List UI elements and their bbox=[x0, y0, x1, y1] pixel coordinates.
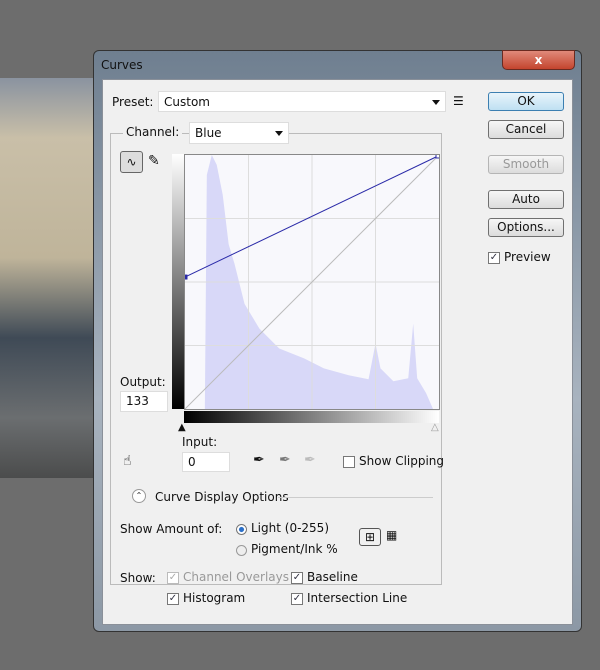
auto-button[interactable]: Auto bbox=[488, 190, 564, 209]
output-label: Output: bbox=[120, 375, 166, 389]
options-button[interactable]: Options... bbox=[488, 218, 564, 237]
curve-tool-icon[interactable]: ∿ bbox=[120, 151, 143, 173]
preview-label: Preview bbox=[504, 250, 551, 264]
output-gradient-bar bbox=[172, 154, 184, 409]
show-clipping-checkbox[interactable] bbox=[343, 456, 355, 468]
close-button[interactable]: x bbox=[502, 50, 575, 70]
pencil-icon[interactable]: ✎ bbox=[148, 153, 160, 169]
on-image-adjust-icon[interactable]: ☝ bbox=[123, 453, 132, 469]
show-label: Show: bbox=[120, 571, 156, 585]
curves-dialog: Curves x Preset: Custom ☰ Channel: Blue … bbox=[93, 50, 582, 632]
chevron-down-icon bbox=[275, 131, 283, 136]
detailed-grid-icon[interactable]: ▦ bbox=[386, 528, 397, 542]
histogram-checkbox[interactable]: ✓ bbox=[167, 593, 179, 605]
curve-graph[interactable] bbox=[184, 154, 440, 410]
gray-eyedropper-icon[interactable]: ✒ bbox=[279, 452, 291, 468]
smooth-button[interactable]: Smooth bbox=[488, 155, 564, 174]
title-bar[interactable]: Curves x bbox=[94, 50, 581, 79]
white-point-slider[interactable]: △ bbox=[431, 422, 439, 433]
channel-select[interactable]: Blue bbox=[189, 122, 289, 144]
channel-overlays-label: Channel Overlays bbox=[183, 570, 289, 584]
chevron-down-icon bbox=[432, 100, 440, 105]
curve-display-options-label: Curve Display Options bbox=[155, 490, 289, 504]
pigment-label: Pigment/Ink % bbox=[251, 542, 338, 556]
window-title: Curves bbox=[101, 58, 143, 72]
light-radio[interactable] bbox=[236, 524, 247, 535]
channel-value: Blue bbox=[195, 126, 222, 140]
cancel-button[interactable]: Cancel bbox=[488, 120, 564, 139]
channel-label: Channel: bbox=[123, 125, 183, 139]
dialog-body: Preset: Custom ☰ Channel: Blue ∿ ✎ ▲ △ O… bbox=[102, 79, 573, 625]
preset-value: Custom bbox=[164, 95, 210, 109]
show-clipping-label: Show Clipping bbox=[359, 454, 445, 468]
preview-checkbox[interactable]: ✓ bbox=[488, 252, 500, 264]
white-eyedropper-icon[interactable]: ✒ bbox=[304, 452, 316, 468]
background-photo bbox=[0, 78, 94, 478]
baseline-checkbox[interactable]: ✓ bbox=[291, 572, 303, 584]
curve-point[interactable] bbox=[184, 274, 188, 280]
ok-button[interactable]: OK bbox=[488, 92, 564, 111]
intersection-line-checkbox[interactable]: ✓ bbox=[291, 593, 303, 605]
black-point-slider[interactable]: ▲ bbox=[178, 422, 186, 433]
histogram-label: Histogram bbox=[183, 591, 246, 605]
curve-point[interactable] bbox=[435, 154, 440, 159]
intersection-line-label: Intersection Line bbox=[307, 591, 408, 605]
baseline-label: Baseline bbox=[307, 570, 358, 584]
light-label: Light (0-255) bbox=[251, 521, 329, 535]
channel-overlays-checkbox[interactable]: ✓ bbox=[167, 572, 179, 584]
input-label: Input: bbox=[182, 435, 218, 449]
preset-select[interactable]: Custom bbox=[158, 91, 446, 112]
simple-grid-icon[interactable]: ⊞ bbox=[359, 528, 381, 546]
preset-menu-icon[interactable]: ☰ bbox=[453, 94, 464, 108]
black-eyedropper-icon[interactable]: ✒ bbox=[253, 452, 265, 468]
pigment-radio[interactable] bbox=[236, 545, 247, 556]
show-amount-label: Show Amount of: bbox=[120, 522, 223, 536]
preset-label: Preset: bbox=[112, 95, 154, 109]
collapse-icon[interactable]: ⌃ bbox=[132, 489, 146, 503]
input-field[interactable]: 0 bbox=[182, 452, 230, 472]
divider bbox=[278, 497, 433, 498]
input-gradient-bar bbox=[184, 411, 439, 423]
output-field[interactable]: 133 bbox=[120, 391, 168, 412]
